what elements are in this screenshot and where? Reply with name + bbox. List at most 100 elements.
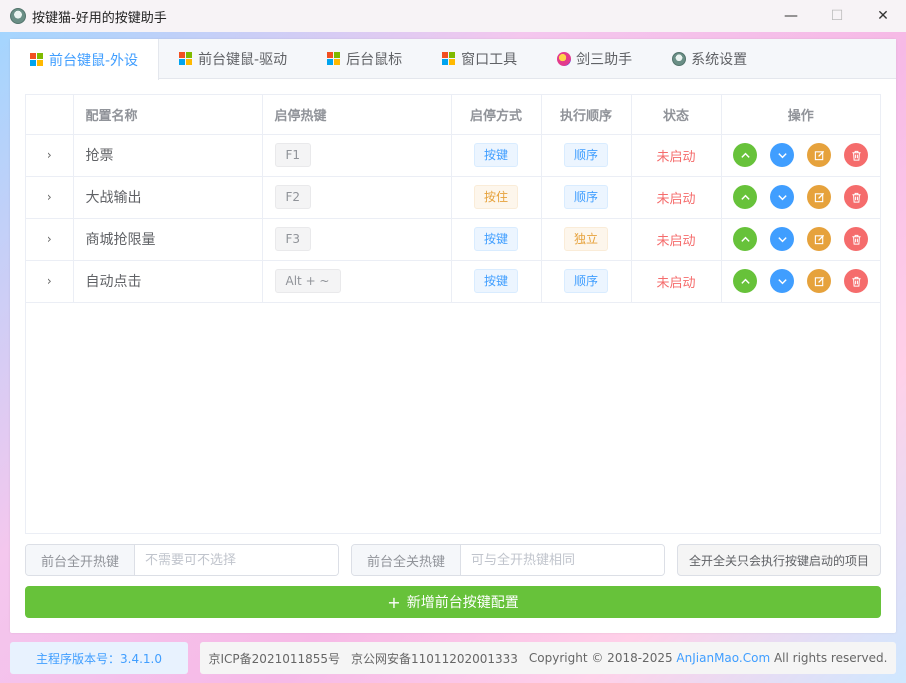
windows-icon <box>442 52 456 66</box>
status-badge: 未启动 <box>656 233 696 249</box>
hotkey-cell: F1 <box>262 134 452 177</box>
order-tag: 顺序 <box>563 185 608 209</box>
hotkey-tag: Alt + ~ <box>274 269 341 293</box>
status-cell: 未启动 <box>631 218 722 261</box>
status-cell: 未启动 <box>631 260 722 303</box>
tab-label: 后台鼠标 <box>346 52 403 68</box>
table-row[interactable]: › 抢票 F1 按键 顺序 未启动 <box>26 134 880 177</box>
maximize-icon: ☐ <box>830 8 844 24</box>
delete-button[interactable] <box>844 227 869 251</box>
brand-link[interactable]: AnJianMao.Com <box>676 651 770 665</box>
header-expand <box>26 95 74 135</box>
chevron-up-icon <box>740 192 751 203</box>
header-name: 配置名称 <box>73 95 263 135</box>
chevron-right-icon: › <box>46 274 52 288</box>
cat-icon <box>672 52 687 66</box>
header-actions: 操作 <box>721 95 880 135</box>
all-off-hotkey-group: 前台全关热键 <box>351 544 665 576</box>
minimize-icon: — <box>784 8 798 24</box>
tab-front-peripheral[interactable]: 前台键鼠-外设 <box>10 39 160 80</box>
minimize-button[interactable]: — <box>768 0 814 32</box>
delete-button[interactable] <box>844 143 869 167</box>
hotkey-tag: F3 <box>274 227 312 251</box>
mode-cell: 按键 <box>451 260 542 303</box>
chevron-right-icon: › <box>46 232 52 246</box>
all-off-hotkey-input[interactable] <box>461 545 664 575</box>
icp-text[interactable]: 京ICP备2021011855号 <box>209 650 341 667</box>
move-up-button[interactable] <box>733 143 758 167</box>
move-up-button[interactable] <box>733 185 758 209</box>
order-tag: 独立 <box>563 227 608 251</box>
move-up-button[interactable] <box>733 227 758 251</box>
move-down-button[interactable] <box>770 185 795 209</box>
edit-button[interactable] <box>807 143 832 167</box>
mode-cell: 按键 <box>451 218 542 261</box>
expand-toggle[interactable]: › <box>26 260 74 303</box>
global-hotkey-row: 前台全开热键 前台全关热键 全开全关只会执行按键启动的项目 <box>25 544 881 576</box>
expand-toggle[interactable]: › <box>26 134 74 177</box>
hotkey-tag: F2 <box>274 185 312 209</box>
status-badge: 未启动 <box>656 191 696 207</box>
move-up-button[interactable] <box>733 269 758 293</box>
maximize-button[interactable]: ☐ <box>814 0 860 32</box>
chevron-down-icon <box>777 234 788 245</box>
edit-button[interactable] <box>807 185 832 209</box>
status-cell: 未启动 <box>631 134 722 177</box>
app-cat-icon <box>10 8 26 24</box>
delete-button[interactable] <box>844 269 869 293</box>
police-record-text[interactable]: 京公网安备11011202001333 <box>351 650 518 667</box>
table-row[interactable]: › 自动点击 Alt + ~ 按键 顺序 未启动 <box>26 260 880 303</box>
edit-icon <box>814 276 825 287</box>
table-row[interactable]: › 大战输出 F2 按住 顺序 未启动 <box>26 176 880 219</box>
title-bar: 按键猫-好用的按键助手 — ☐ ✕ <box>0 0 906 32</box>
order-cell: 独立 <box>541 218 632 261</box>
move-down-button[interactable] <box>770 143 795 167</box>
order-cell: 顺序 <box>541 176 632 219</box>
tab-system-settings[interactable]: 系统设置 <box>652 39 767 79</box>
edit-button[interactable] <box>807 227 832 251</box>
chevron-right-icon: › <box>46 190 52 204</box>
header-mode: 启停方式 <box>451 95 542 135</box>
add-config-label: 新增前台按键配置 <box>406 595 519 611</box>
trash-icon <box>851 234 862 245</box>
add-config-button[interactable]: + 新增前台按键配置 <box>25 586 881 618</box>
tab-window-tools[interactable]: 窗口工具 <box>422 39 537 79</box>
chevron-up-icon <box>740 276 751 287</box>
expand-toggle[interactable]: › <box>26 176 74 219</box>
hotkey-tag: F1 <box>274 143 312 167</box>
tab-label: 前台键鼠-外设 <box>49 52 139 69</box>
copyright-suffix: All rights reserved. <box>773 651 888 665</box>
table-row[interactable]: › 商城抢限量 F3 按键 独立 未启动 <box>26 218 880 261</box>
move-down-button[interactable] <box>770 269 795 293</box>
copyright-text: Copyright © 2018-2025 AnJianMao.Com All … <box>529 651 888 665</box>
windows-icon <box>30 52 44 67</box>
hotkey-note-button[interactable]: 全开全关只会执行按键启动的项目 <box>676 544 881 576</box>
hotkey-cell: F2 <box>262 176 452 219</box>
edit-button[interactable] <box>807 269 832 293</box>
all-off-hotkey-label: 前台全关热键 <box>352 545 462 575</box>
move-down-button[interactable] <box>770 227 795 251</box>
all-on-hotkey-input[interactable] <box>135 545 338 575</box>
tab-label: 窗口工具 <box>461 52 518 68</box>
window-controls: — ☐ ✕ <box>768 0 906 32</box>
mode-cell: 按键 <box>451 134 542 177</box>
tab-front-driver[interactable]: 前台键鼠-驱动 <box>159 39 307 79</box>
version-badge: 主程序版本号：3.4.1.0 <box>10 642 188 674</box>
tab-background-mouse[interactable]: 后台鼠标 <box>307 39 422 79</box>
close-button[interactable]: ✕ <box>860 0 906 32</box>
order-tag: 顺序 <box>563 269 608 293</box>
tab-label: 前台键鼠-驱动 <box>198 52 288 68</box>
actions-cell <box>721 218 880 261</box>
chevron-down-icon <box>777 192 788 203</box>
mode-tag: 按键 <box>473 227 518 251</box>
mode-cell: 按住 <box>451 176 542 219</box>
expand-toggle[interactable]: › <box>26 218 74 261</box>
status-badge: 未启动 <box>656 275 696 291</box>
tab-jx3-helper[interactable]: 剑三助手 <box>537 39 652 79</box>
status-cell: 未启动 <box>631 176 722 219</box>
delete-button[interactable] <box>844 185 869 209</box>
config-table: 配置名称 启停热键 启停方式 执行顺序 状态 操作 › 抢票 F1 按键 顺序 未启动 › 大… <box>25 94 881 534</box>
table-header-row: 配置名称 启停热键 启停方式 执行顺序 状态 操作 <box>26 95 880 135</box>
actions-cell <box>721 134 880 177</box>
header-hotkey: 启停热键 <box>262 95 452 135</box>
